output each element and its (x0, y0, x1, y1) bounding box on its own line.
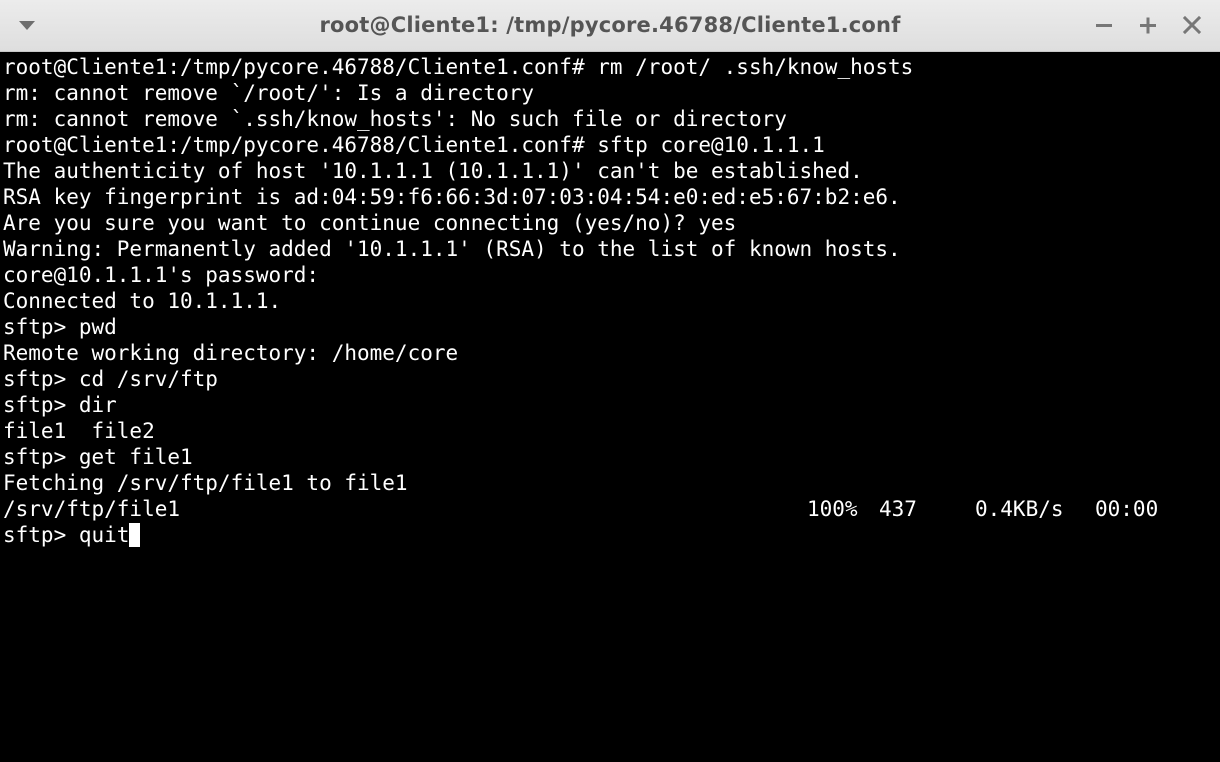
terminal-line: Warning: Permanently added '10.1.1.1' (R… (3, 237, 901, 261)
command-input[interactable]: quit (79, 523, 130, 547)
terminal-line: file1 file2 (3, 419, 155, 443)
terminal-line: rm: cannot remove `/root/': Is a directo… (3, 81, 535, 105)
terminal-line: root@Cliente1:/tmp/pycore.46788/Cliente1… (3, 133, 825, 157)
terminal-window: root@Cliente1: /tmp/pycore.46788/Cliente… (0, 0, 1220, 762)
terminal-line: sftp> dir (3, 393, 117, 417)
transfer-rate: 0.4KB/s (975, 497, 1064, 521)
terminal-line: Fetching /srv/ftp/file1 to file1 (3, 471, 408, 495)
prompt: sftp> (3, 523, 79, 547)
terminal-output: root@Cliente1:/tmp/pycore.46788/Cliente1… (3, 54, 1158, 548)
terminal-area[interactable]: root@Cliente1:/tmp/pycore.46788/Cliente1… (0, 52, 1220, 762)
terminal-line: core@10.1.1.1's password: (3, 263, 320, 287)
maximize-icon[interactable] (1133, 10, 1163, 40)
terminal-line: sftp> cd /srv/ftp (3, 367, 218, 391)
terminal-line: Are you sure you want to continue connec… (3, 211, 737, 235)
terminal-line: sftp> pwd (3, 315, 117, 339)
terminal-line: The authenticity of host '10.1.1.1 (10.1… (3, 159, 863, 183)
terminal-line: RSA key fingerprint is ad:04:59:f6:66:3d… (3, 185, 901, 209)
close-icon[interactable] (1177, 10, 1207, 40)
terminal-line: root@Cliente1:/tmp/pycore.46788/Cliente1… (3, 55, 914, 79)
transfer-size: 437 (879, 497, 917, 521)
transfer-percent: 100% (807, 497, 858, 521)
terminal-line: sftp> get file1 (3, 445, 193, 469)
transfer-progress-line: /srv/ftp/file1 100% 437 0.4KB/s 00:00 (3, 496, 1158, 522)
terminal-line: Connected to 10.1.1.1. (3, 289, 282, 313)
title-bar[interactable]: root@Cliente1: /tmp/pycore.46788/Cliente… (0, 0, 1220, 52)
transfer-file-path: /srv/ftp/file1 (3, 497, 181, 521)
transfer-eta: 00:00 (1095, 497, 1159, 521)
window-title: root@Cliente1: /tmp/pycore.46788/Cliente… (319, 13, 901, 37)
minimize-icon[interactable] (1089, 10, 1119, 40)
prompt-line[interactable]: sftp> quit (3, 522, 913, 548)
terminal-line: Remote working directory: /home/core (3, 341, 459, 365)
text-cursor (129, 523, 141, 547)
terminal-line: rm: cannot remove `.ssh/know_hosts': No … (3, 107, 787, 131)
